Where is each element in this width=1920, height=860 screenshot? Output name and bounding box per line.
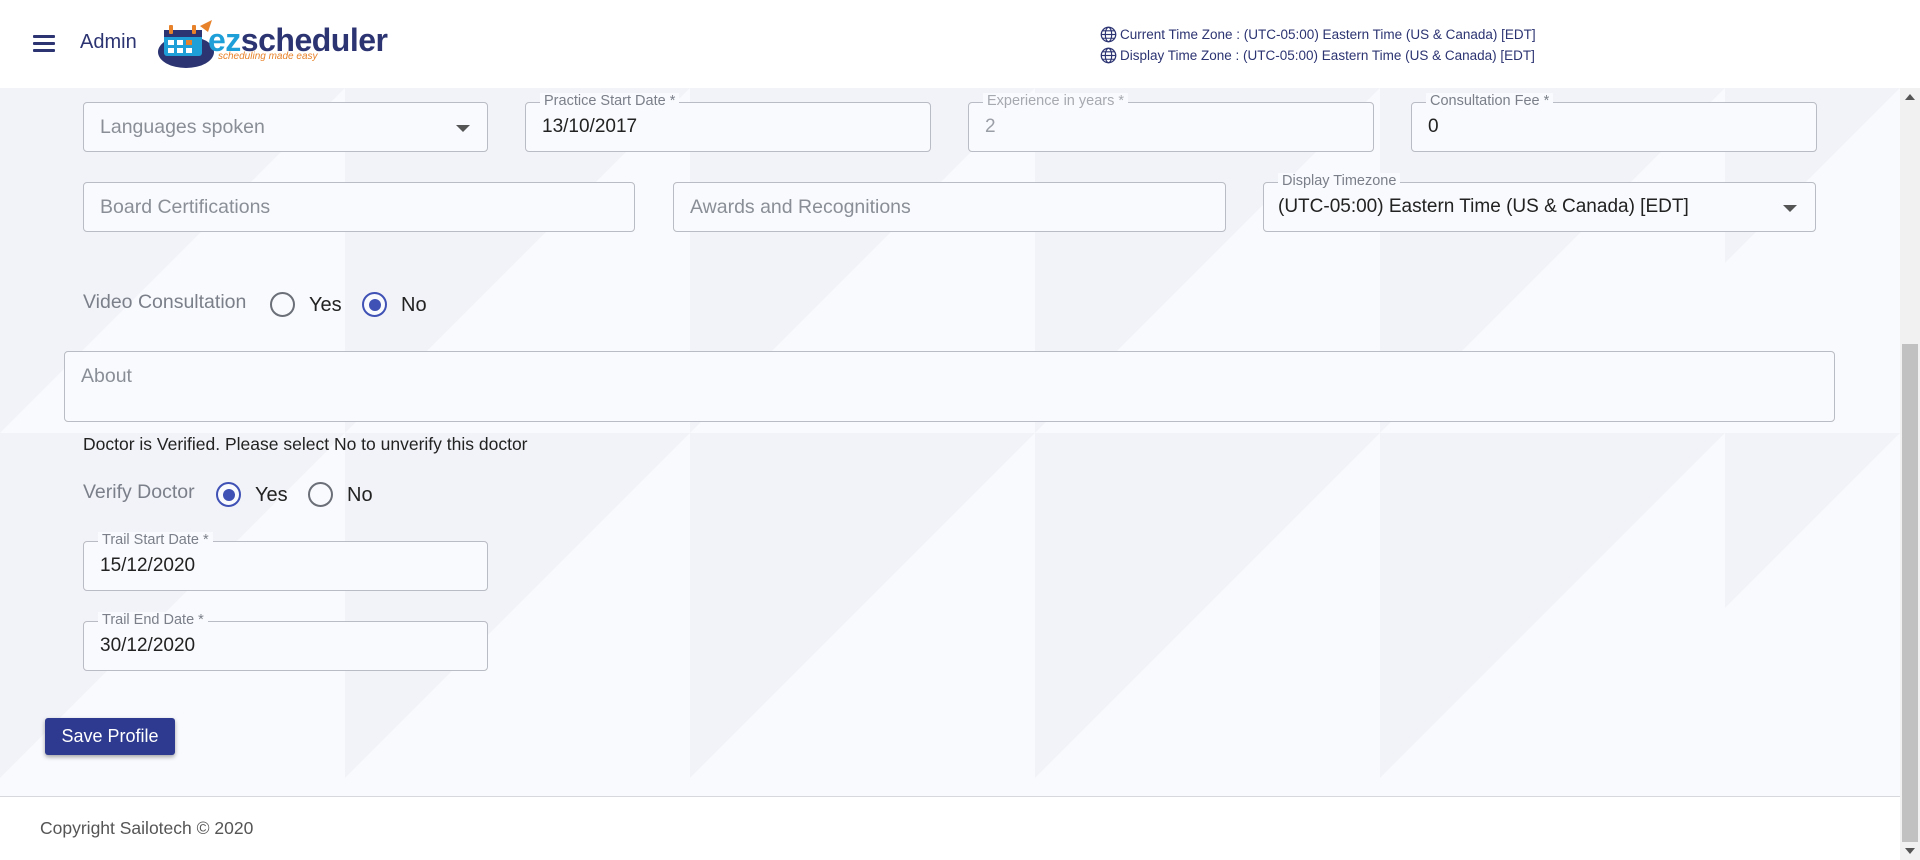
globe-icon	[1100, 47, 1117, 64]
languages-spoken-placeholder: Languages spoken	[100, 116, 265, 138]
about-textarea[interactable]: About	[64, 351, 1835, 422]
verify-doctor-yes-label[interactable]: Yes	[255, 484, 288, 507]
languages-spoken-select[interactable]: Languages spoken	[83, 102, 488, 152]
role-label: Admin	[80, 31, 137, 53]
practice-start-date-field[interactable]: Practice Start Date * 13/10/2017	[525, 93, 931, 152]
experience-years-field: Experience in years * 2	[968, 93, 1374, 152]
display-timezone-select[interactable]: Display Timezone (UTC-05:00) Eastern Tim…	[1263, 173, 1816, 232]
experience-years-label: Experience in years *	[983, 93, 1129, 109]
awards-placeholder: Awards and Recognitions	[690, 196, 911, 218]
display-timezone-row: Display Time Zone : (UTC-05:00) Eastern …	[1100, 45, 1536, 66]
top-app-bar: Admin ezscheduler scheduling made easy C…	[0, 0, 1920, 88]
chevron-down-icon	[456, 125, 470, 132]
profile-form-area: Languages spoken Practice Start Date * 1…	[0, 88, 1900, 796]
hamburger-menu-icon[interactable]	[30, 31, 58, 55]
board-certifications-field[interactable]: Board Certifications	[83, 182, 635, 232]
video-consultation-no-label[interactable]: No	[401, 294, 427, 317]
page-scrollbar[interactable]	[1900, 88, 1920, 860]
verified-status-note: Doctor is Verified. Please select No to …	[83, 434, 528, 454]
board-certifications-placeholder: Board Certifications	[100, 196, 271, 218]
trail-start-date-field[interactable]: Trail Start Date * 15/12/2020	[83, 532, 488, 591]
copyright-text: Copyright Sailotech © 2020	[40, 818, 254, 838]
globe-icon	[1100, 26, 1117, 43]
scroll-down-arrow-icon[interactable]	[1905, 848, 1915, 854]
timezone-info: Current Time Zone : (UTC-05:00) Eastern …	[1100, 24, 1536, 66]
scrollbar-thumb[interactable]	[1902, 344, 1918, 842]
video-consultation-no-radio[interactable]	[362, 292, 387, 317]
current-timezone-row: Current Time Zone : (UTC-05:00) Eastern …	[1100, 24, 1536, 45]
trail-start-date-label: Trail Start Date *	[98, 532, 213, 548]
verify-doctor-no-label[interactable]: No	[347, 484, 373, 507]
about-placeholder: About	[81, 365, 132, 387]
verify-doctor-yes-radio[interactable]	[216, 482, 241, 507]
current-timezone-text: Current Time Zone : (UTC-05:00) Eastern …	[1120, 27, 1536, 42]
scroll-up-arrow-icon[interactable]	[1905, 94, 1915, 100]
display-timezone-label: Display Timezone	[1278, 173, 1401, 189]
awards-field[interactable]: Awards and Recognitions	[673, 182, 1226, 232]
verify-doctor-no-radio[interactable]	[308, 482, 333, 507]
experience-years-value: 2	[985, 116, 996, 137]
trail-end-date-value: 30/12/2020	[100, 635, 196, 656]
video-consultation-label: Video Consultation	[83, 291, 247, 313]
practice-start-date-value: 13/10/2017	[542, 116, 638, 137]
save-profile-button[interactable]: Save Profile	[45, 718, 175, 755]
display-timezone-text: Display Time Zone : (UTC-05:00) Eastern …	[1120, 48, 1535, 63]
chevron-down-icon	[1783, 205, 1797, 212]
footer: Copyright Sailotech © 2020	[0, 796, 1900, 860]
video-consultation-yes-radio[interactable]	[270, 292, 295, 317]
consultation-fee-field[interactable]: Consultation Fee * 0	[1411, 93, 1817, 152]
consultation-fee-label: Consultation Fee *	[1426, 93, 1554, 109]
trail-end-date-label: Trail End Date *	[98, 612, 208, 628]
consultation-fee-value: 0	[1428, 116, 1439, 137]
practice-start-date-label: Practice Start Date *	[540, 93, 680, 109]
verify-doctor-label: Verify Doctor	[83, 481, 195, 503]
logo-tagline: scheduling made easy	[218, 51, 318, 62]
display-timezone-value: (UTC-05:00) Eastern Time (US & Canada) […	[1278, 196, 1689, 217]
ezscheduler-logo[interactable]: ezscheduler scheduling made easy	[156, 18, 388, 70]
video-consultation-yes-label[interactable]: Yes	[309, 294, 342, 317]
trail-end-date-field[interactable]: Trail End Date * 30/12/2020	[83, 612, 488, 671]
trail-start-date-value: 15/12/2020	[100, 555, 196, 576]
